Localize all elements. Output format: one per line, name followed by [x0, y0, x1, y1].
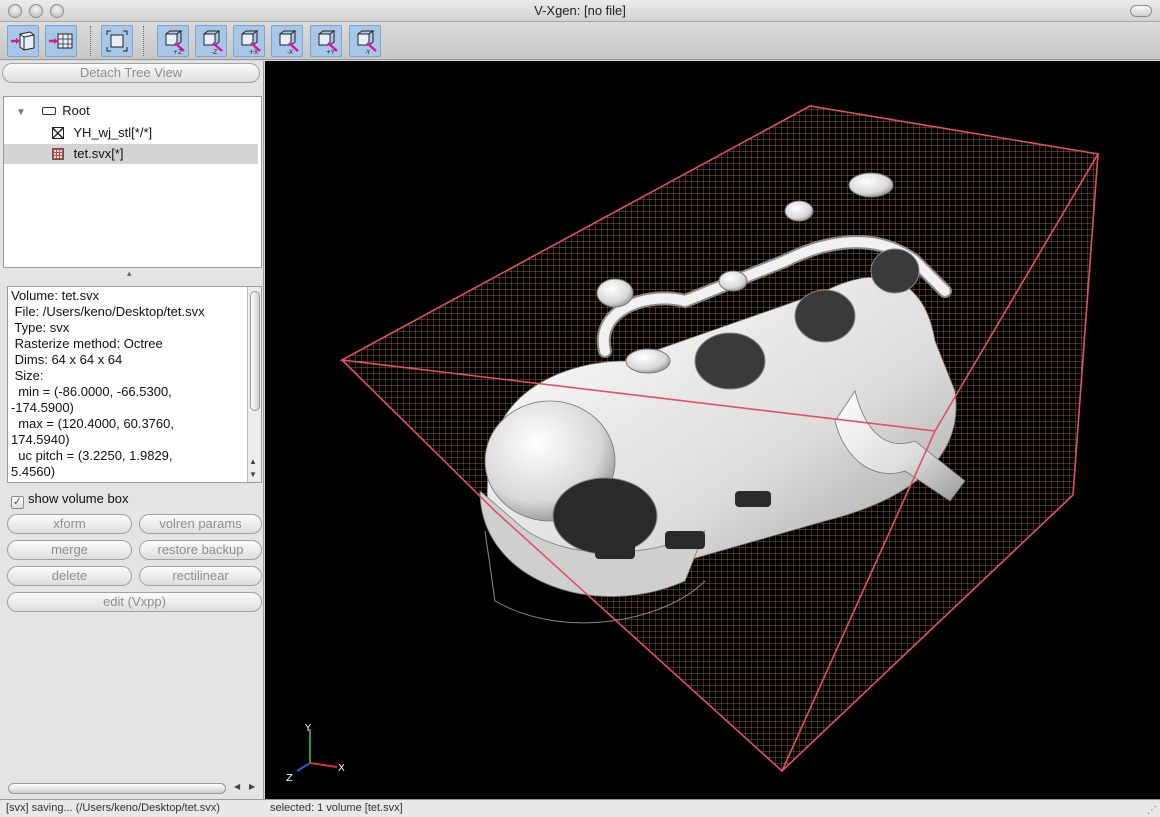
tree-item-label: tet.svx[*]: [73, 146, 124, 161]
tree-item-label: YH_wj_stl[*/*]: [73, 125, 153, 140]
left-horizontal-scrollbar[interactable]: ◀ ▶: [6, 781, 262, 796]
info-line: File: /Users/keno/Desktop/tet.svx: [11, 304, 205, 319]
scroll-thumb[interactable]: [250, 291, 260, 411]
axis-y-label: Y: [304, 723, 312, 734]
close-window-icon[interactable]: [8, 4, 22, 18]
disclosure-triangle-icon[interactable]: ▼: [16, 103, 38, 123]
info-line: uc pitch = (3.2250, 1.9829,: [11, 448, 173, 463]
tree-item-root[interactable]: ▼ Root: [16, 101, 90, 121]
left-panel: Detach Tree View ▼ Root YH_wj_stl[*/*] t…: [0, 61, 264, 799]
view-minus-z-button[interactable]: -Z: [195, 25, 227, 57]
toolbar-separator: [143, 26, 144, 56]
scroll-thumb[interactable]: [8, 783, 226, 794]
info-vertical-scrollbar[interactable]: ▲ ▼: [247, 287, 261, 482]
edit-vxpp-button[interactable]: edit (Vxpp): [7, 592, 262, 612]
xform-button[interactable]: xform: [7, 514, 132, 534]
toolbar-toggle-button[interactable]: [1130, 5, 1152, 17]
info-line: Type: svx: [11, 320, 70, 335]
resize-grip-icon[interactable]: ⋰: [1147, 802, 1157, 817]
volren-params-button[interactable]: volren params: [139, 514, 262, 534]
axis-triad: Y X Z: [286, 723, 345, 784]
svg-text:+X: +X: [249, 49, 258, 56]
window-title: V-Xgen: [no file]: [534, 3, 626, 18]
view-plus-x-icon: +X: [241, 30, 261, 56]
mesh-icon: [52, 127, 64, 139]
import-mesh-button[interactable]: [45, 25, 77, 57]
info-line: -174.5900): [11, 400, 74, 415]
import-volume-icon: [11, 31, 35, 51]
restore-backup-button[interactable]: restore backup: [139, 540, 262, 560]
info-line: Size:: [11, 368, 44, 383]
fit-view-button[interactable]: [101, 25, 133, 57]
info-line: max = (120.4000, 60.3760,: [11, 416, 174, 431]
scroll-left-arrow-icon[interactable]: ◀: [234, 782, 240, 791]
tree-item-mesh[interactable]: YH_wj_stl[*/*]: [52, 123, 152, 143]
scroll-up-arrow-icon[interactable]: ▲: [249, 457, 257, 466]
tree-item-label: Root: [62, 103, 90, 118]
checkbox-label: show volume box: [28, 491, 129, 506]
detach-tree-view-button[interactable]: Detach Tree View: [2, 63, 260, 83]
view-minus-x-button[interactable]: -X: [271, 25, 303, 57]
import-mesh-icon: [49, 33, 73, 49]
info-line: Volume: tet.svx: [11, 288, 100, 303]
import-volume-button[interactable]: [7, 25, 39, 57]
view-minus-x-icon: -X: [279, 30, 299, 56]
volume-icon: [52, 148, 64, 160]
svg-text:-X: -X: [287, 49, 293, 56]
info-line: 174.5940): [11, 432, 70, 447]
svg-text:-Z: -Z: [211, 49, 217, 56]
show-volume-box-checkbox[interactable]: ✓ show volume box: [11, 491, 129, 509]
fit-view-icon: [106, 30, 128, 52]
svg-text:+Y: +Y: [326, 49, 335, 56]
toolbar: +Z -Z +X -X +Y -Y: [0, 22, 1160, 60]
volume-info-text: Volume: tet.svx File: /Users/keno/Deskto…: [11, 288, 243, 480]
svg-text:-Y: -Y: [365, 49, 370, 56]
view-plus-z-icon: +Z: [165, 30, 185, 56]
toolbar-separator: [90, 26, 91, 56]
info-line: 5.4560): [11, 464, 56, 479]
scene-tree[interactable]: ▼ Root YH_wj_stl[*/*] tet.svx[*]: [3, 96, 262, 268]
volume-info-panel: Volume: tet.svx File: /Users/keno/Deskto…: [7, 286, 262, 483]
title-bar: V-Xgen: [no file]: [0, 0, 1160, 22]
checkmark-icon[interactable]: ✓: [11, 496, 24, 509]
view-plus-z-button[interactable]: +Z: [157, 25, 189, 57]
view-plus-x-button[interactable]: +X: [233, 25, 265, 57]
rectilinear-button[interactable]: rectilinear: [139, 566, 262, 586]
status-message: [svx] saving... (/Users/keno/Desktop/tet…: [6, 802, 220, 814]
info-line: Rasterize method: Octree: [11, 336, 163, 351]
axis-x-label: X: [338, 763, 345, 774]
minimize-window-icon[interactable]: [29, 4, 43, 18]
view-minus-y-button[interactable]: -Y: [349, 25, 381, 57]
scroll-right-arrow-icon[interactable]: ▶: [249, 782, 255, 791]
merge-button[interactable]: merge: [7, 540, 132, 560]
delete-button[interactable]: delete: [7, 566, 132, 586]
3d-viewport[interactable]: Y X Z: [265, 61, 1160, 799]
status-bar: [svx] saving... (/Users/keno/Desktop/tet…: [0, 799, 1160, 817]
view-minus-y-icon: -Y: [357, 30, 377, 56]
view-plus-y-button[interactable]: +Y: [310, 25, 342, 57]
scene-render[interactable]: Y X Z: [265, 61, 1160, 799]
axis-z-label: Z: [286, 773, 293, 784]
selection-status: selected: 1 volume [tet.svx]: [270, 802, 403, 814]
splitter-handle-icon[interactable]: ▴: [127, 268, 132, 279]
root-icon: [41, 107, 56, 115]
view-plus-y-icon: +Y: [318, 30, 338, 56]
info-line: Dims: 64 x 64 x 64: [11, 352, 123, 367]
view-minus-z-icon: -Z: [203, 30, 223, 56]
zoom-window-icon[interactable]: [50, 4, 64, 18]
svg-text:+Z: +Z: [173, 49, 182, 56]
tree-item-volume-selected[interactable]: tet.svx[*]: [4, 144, 258, 164]
info-line: min = (-86.0000, -66.5300,: [11, 384, 172, 399]
scroll-down-arrow-icon[interactable]: ▼: [249, 470, 257, 479]
